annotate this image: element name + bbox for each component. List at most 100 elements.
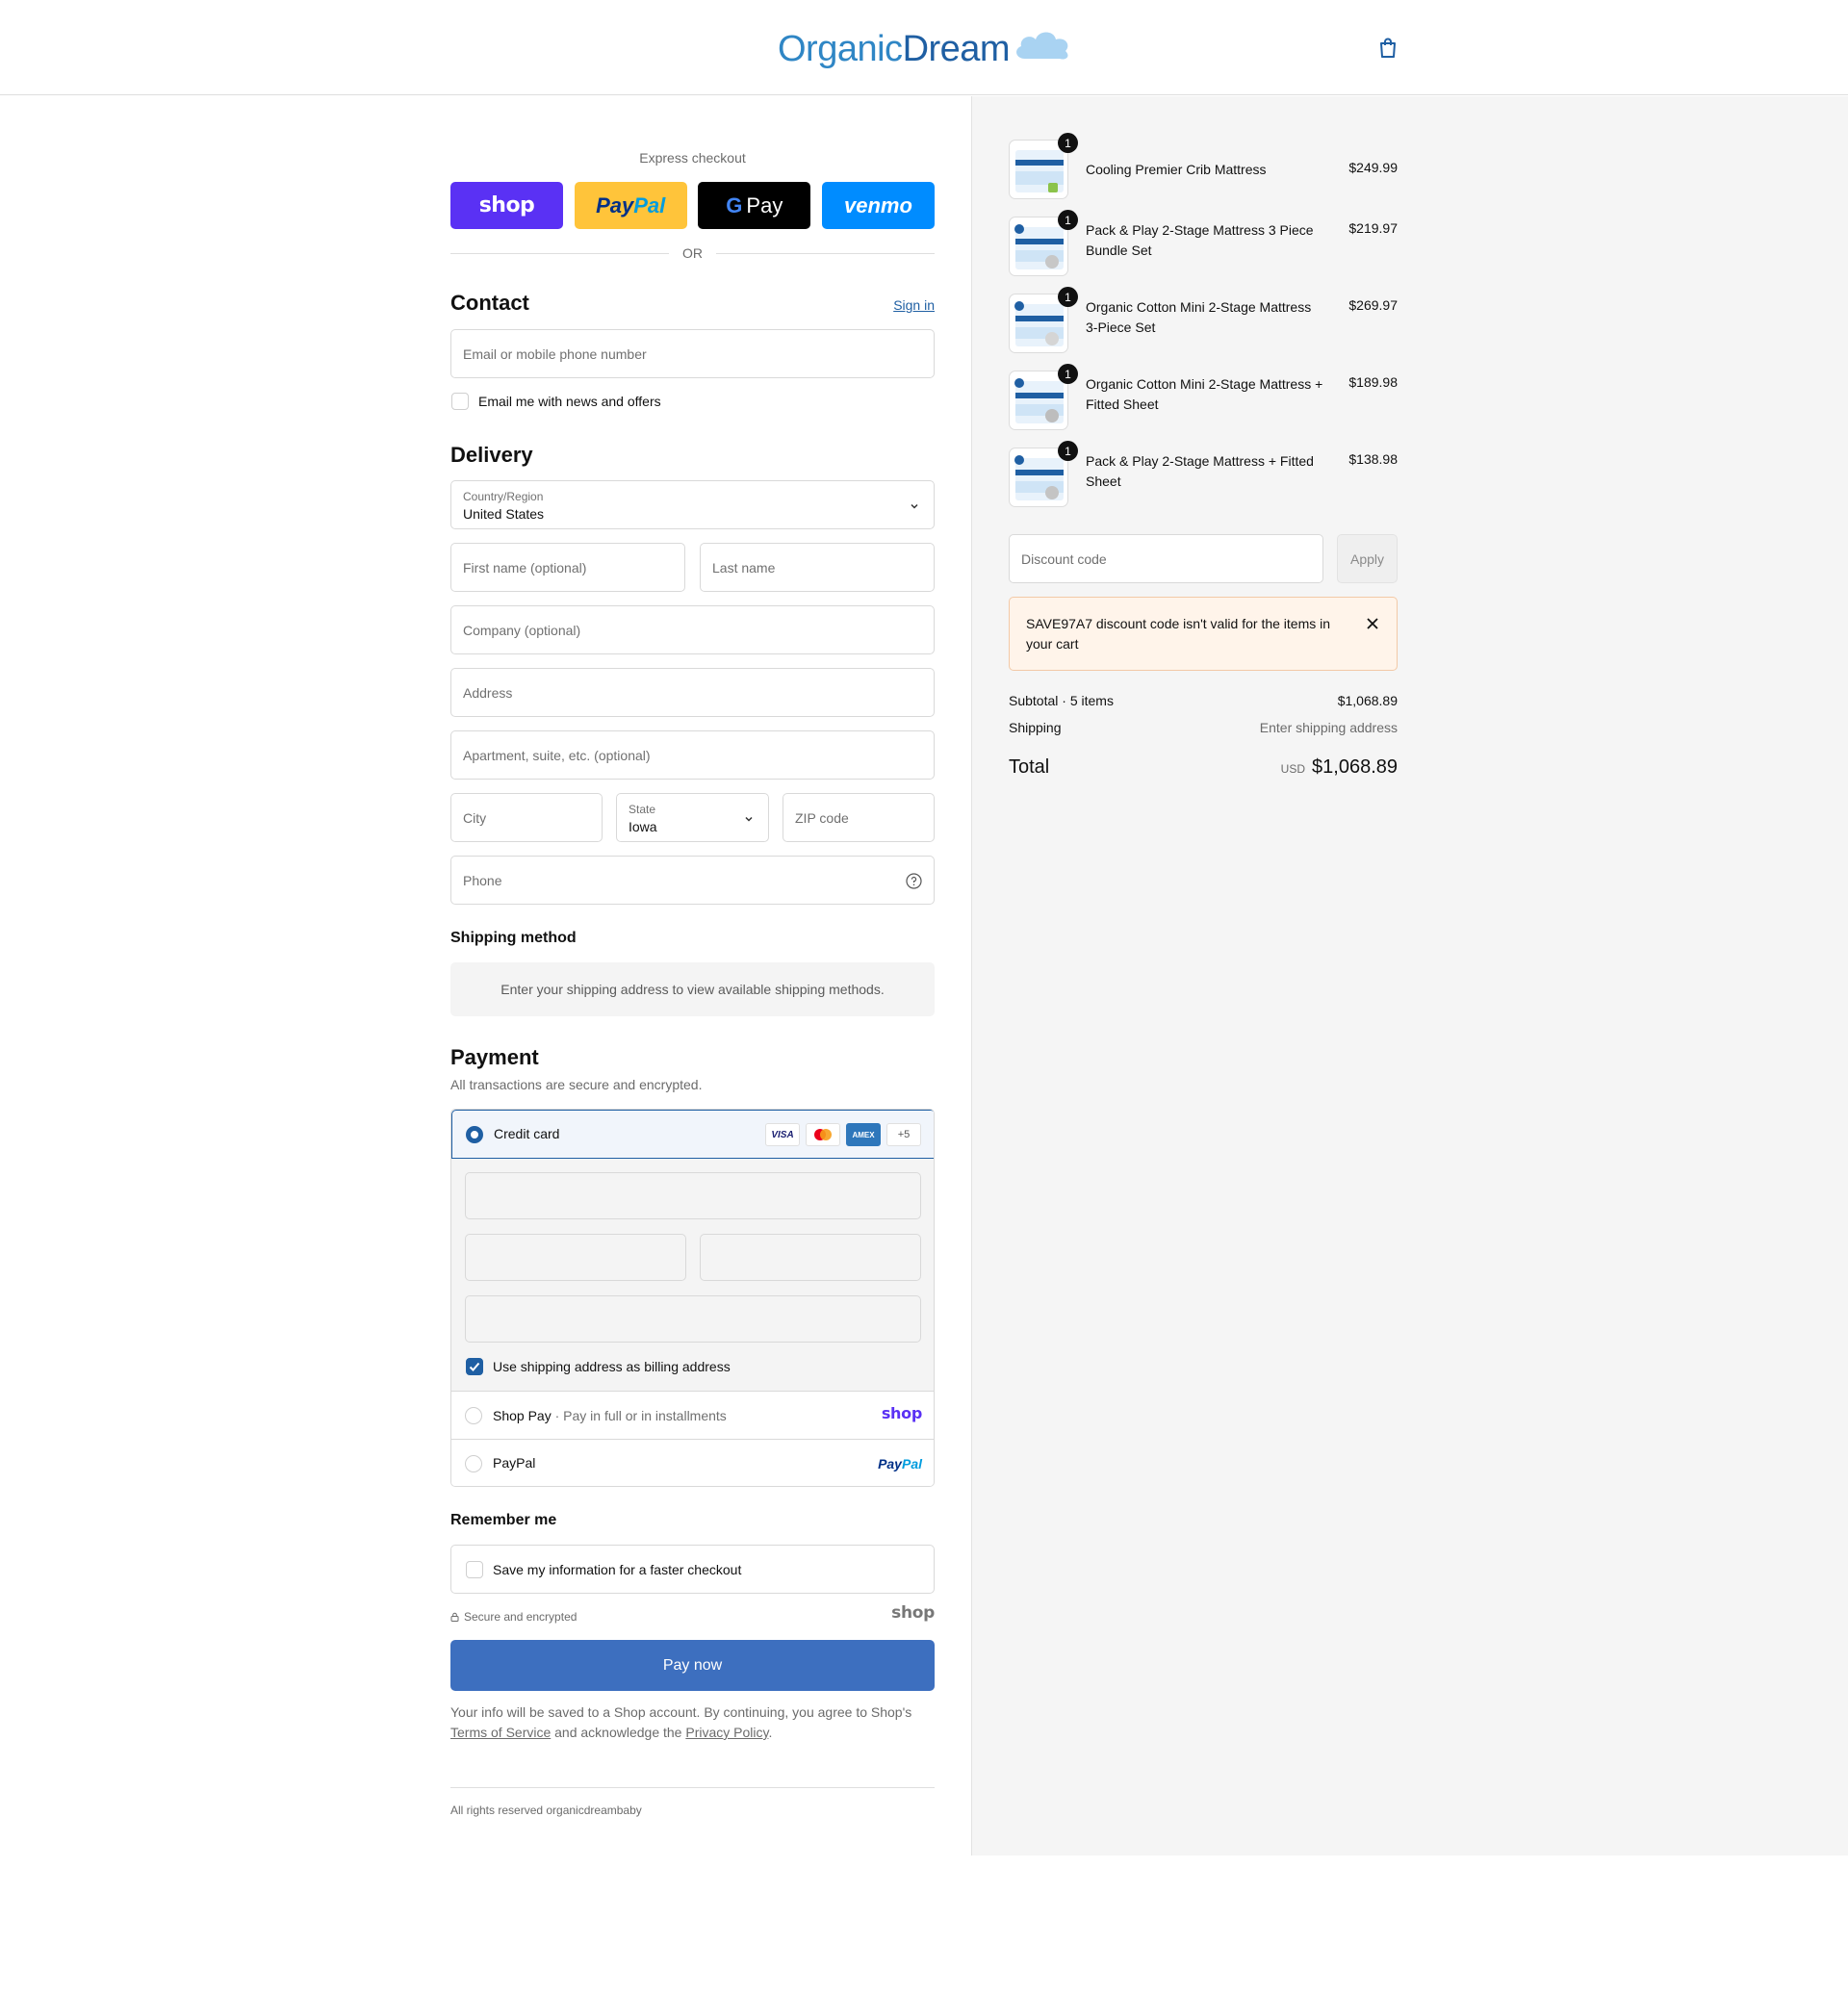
product-thumbnail: 1 — [1009, 210, 1078, 276]
order-summary-panel — [971, 96, 1848, 1855]
shop-logo: shop — [881, 1404, 922, 1422]
payment-methods: Credit card VISA AMEX +5 Use shipping ad… — [450, 1109, 935, 1487]
shopping-bag-icon[interactable] — [1377, 37, 1399, 60]
paypal-logo: PayPal — [878, 1456, 922, 1471]
sign-in-link[interactable]: Sign in — [893, 297, 935, 313]
payment-heading: Payment — [450, 1045, 539, 1069]
payment-subtitle: All transactions are secure and encrypte… — [450, 1077, 703, 1092]
newsletter-label: Email me with news and offers — [478, 394, 661, 409]
apply-discount-button[interactable]: Apply — [1337, 534, 1398, 583]
shipping-row: Shipping Enter shipping address — [1009, 720, 1398, 735]
contact-heading: Contact — [450, 291, 529, 315]
cart-item: 1 Pack & Play 2-Stage Mattress 3 Piece B… — [1009, 210, 1398, 278]
shop-logo-gray: shop — [891, 1603, 935, 1623]
country-select[interactable]: Country/Region United States — [450, 480, 935, 529]
card-security-code-field[interactable] — [700, 1234, 921, 1281]
express-checkout-title: Express checkout — [639, 150, 746, 166]
secure-note: Secure and encrypted — [450, 1610, 577, 1624]
zip-field[interactable]: ZIP code — [783, 793, 935, 842]
chevron-down-icon — [745, 816, 753, 822]
item-price: $138.98 — [1348, 451, 1398, 467]
billing-same-checkbox[interactable] — [466, 1358, 483, 1375]
item-price: $219.97 — [1348, 220, 1398, 236]
footer-divider — [450, 1787, 935, 1788]
quantity-badge: 1 — [1058, 210, 1078, 230]
save-info-checkbox[interactable] — [466, 1561, 483, 1578]
phone-field[interactable]: Phone — [450, 856, 935, 905]
total-label: Total — [1009, 756, 1050, 778]
card-number-field[interactable] — [465, 1172, 921, 1219]
address-field[interactable]: Address — [450, 668, 935, 717]
accepted-cards: VISA AMEX +5 — [765, 1123, 921, 1146]
terms-notice: Your info will be saved to a Shop accoun… — [450, 1704, 912, 1740]
terms-of-service-link[interactable]: Terms of Service — [450, 1725, 551, 1740]
store-logo[interactable]: OrganicDream — [778, 21, 1073, 77]
first-name-field[interactable]: First name (optional) — [450, 543, 685, 592]
google-pay-express-button[interactable]: G Pay — [698, 182, 811, 229]
product-thumbnail: 1 — [1009, 364, 1078, 430]
credit-card-radio[interactable] — [466, 1126, 483, 1143]
cart-item: 1 Organic Cotton Mini 2-Stage Mattress +… — [1009, 364, 1398, 432]
shipping-method-heading: Shipping method — [450, 930, 577, 946]
item-name: Organic Cotton Mini 2-Stage Mattress 3-P… — [1086, 299, 1312, 335]
remember-me-heading: Remember me — [450, 1512, 557, 1528]
newsletter-checkbox[interactable] — [451, 393, 469, 410]
item-name: Pack & Play 2-Stage Mattress 3 Piece Bun… — [1086, 222, 1314, 258]
privacy-policy-link[interactable]: Privacy Policy — [685, 1725, 768, 1740]
credit-card-form: Use shipping address as billing address — [451, 1159, 934, 1392]
card-expiry-field[interactable] — [465, 1234, 686, 1281]
discount-error-alert: SAVE97A7 discount code isn't valid for t… — [1009, 597, 1398, 671]
cloud-icon — [1016, 32, 1068, 60]
product-thumbnail: 1 — [1009, 441, 1078, 507]
item-price: $269.97 — [1348, 297, 1398, 313]
delivery-heading: Delivery — [450, 443, 533, 467]
cart-item: 1 Cooling Premier Crib Mattress $249.99 — [1009, 133, 1398, 201]
paypal-express-button[interactable]: Pay Pal — [574, 182, 687, 229]
site-header: OrganicDream — [0, 0, 1848, 95]
paypal-radio[interactable] — [465, 1455, 482, 1472]
or-divider: OR — [450, 245, 935, 261]
quantity-badge: 1 — [1058, 133, 1078, 153]
apartment-field[interactable]: Apartment, suite, etc. (optional) — [450, 730, 935, 780]
total-amount: USD $1,068.89 — [1280, 756, 1398, 778]
subtotal-row: Subtotal · 5 items $1,068.89 — [1009, 693, 1398, 708]
visa-icon: VISA — [765, 1123, 800, 1146]
shipping-method-placeholder: Enter your shipping address to view avai… — [450, 962, 935, 1016]
lock-icon — [450, 1612, 459, 1622]
item-name: Organic Cotton Mini 2-Stage Mattress + F… — [1086, 376, 1323, 412]
logo-text: OrganicDream — [778, 28, 1011, 69]
shop-pay-express-button[interactable]: shop — [450, 182, 563, 229]
checkmark-icon — [469, 1362, 480, 1371]
quantity-badge: 1 — [1058, 364, 1078, 384]
more-cards-badge: +5 — [886, 1123, 921, 1146]
mastercard-icon — [806, 1123, 840, 1146]
product-thumbnail: 1 — [1009, 133, 1078, 199]
pay-now-button[interactable]: Pay now — [450, 1640, 935, 1691]
company-field[interactable]: Company (optional) — [450, 605, 935, 654]
last-name-field[interactable]: Last name — [700, 543, 935, 592]
shop-pay-option[interactable]: Shop Pay · Pay in full or in installment… — [451, 1392, 934, 1440]
express-checkout-buttons: shop Pay Pal G Pay venmo — [450, 182, 935, 229]
remember-me-option[interactable]: Save my information for a faster checkou… — [450, 1545, 935, 1594]
credit-card-option[interactable]: Credit card VISA AMEX +5 — [451, 1110, 934, 1159]
state-select[interactable]: State Iowa — [616, 793, 769, 842]
amex-icon: AMEX — [846, 1123, 881, 1146]
email-field[interactable]: Email or mobile phone number — [450, 329, 935, 378]
item-price: $249.99 — [1348, 160, 1398, 175]
item-name: Cooling Premier Crib Mattress — [1086, 162, 1267, 177]
city-field[interactable]: City — [450, 793, 603, 842]
cart-item: 1 Organic Cotton Mini 2-Stage Mattress 3… — [1009, 287, 1398, 355]
help-circle-icon[interactable] — [906, 873, 922, 889]
quantity-badge: 1 — [1058, 441, 1078, 461]
close-icon[interactable] — [1366, 617, 1379, 630]
card-name-field[interactable] — [465, 1295, 921, 1343]
footer-copyright: All rights reserved organicdreambaby — [450, 1804, 642, 1817]
product-thumbnail: 1 — [1009, 287, 1078, 353]
item-name: Pack & Play 2-Stage Mattress + Fitted Sh… — [1086, 453, 1314, 489]
discount-code-field[interactable]: Discount code — [1009, 534, 1323, 583]
venmo-express-button[interactable]: venmo — [821, 182, 935, 229]
quantity-badge: 1 — [1058, 287, 1078, 307]
paypal-option[interactable]: PayPal PayPal — [451, 1440, 934, 1486]
cart-item: 1 Pack & Play 2-Stage Mattress + Fitted … — [1009, 441, 1398, 509]
shop-pay-radio[interactable] — [465, 1407, 482, 1424]
